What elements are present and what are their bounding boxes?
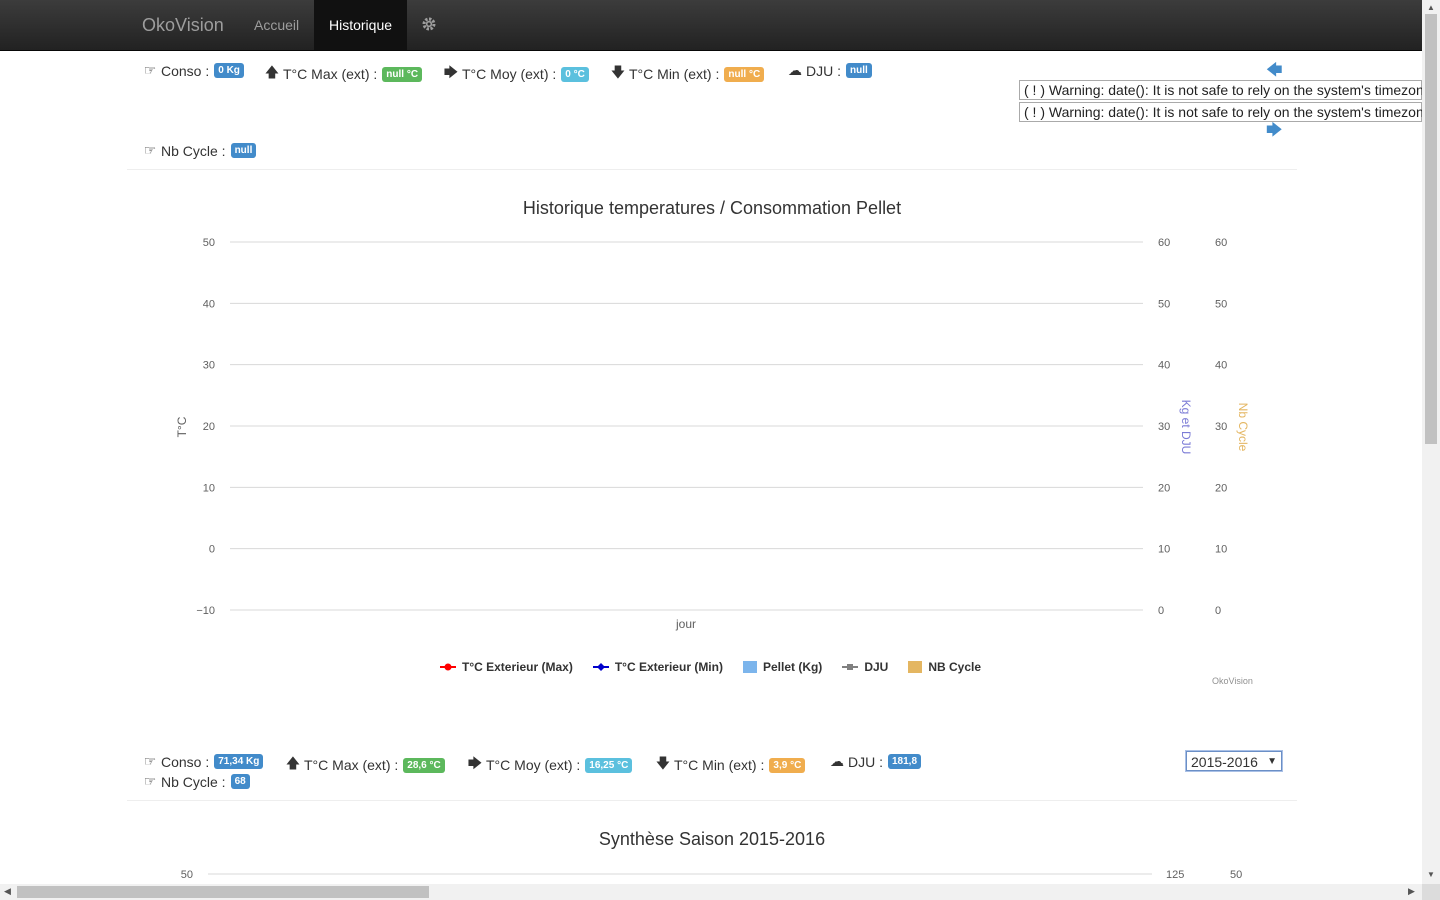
legend-item-tmin[interactable]: T°C Exterieur (Min) (592, 660, 723, 674)
season-stat-tmin: 🡇 T°C Min (ext) : 3,9 °C (655, 753, 806, 777)
y2-tick-label: 0 (1158, 605, 1164, 617)
hand-pointer-icon: ☞ (143, 773, 157, 789)
x-axis-title: jour (675, 617, 696, 631)
legend-item-tmax[interactable]: T°C Exterieur (Max) (440, 660, 573, 674)
y-tick-label: 50 (203, 237, 215, 249)
season-tmax-badge: 28,6 °C (403, 757, 445, 773)
y-tick-label: 30 (203, 360, 215, 372)
y3-tick-label: 10 (1215, 544, 1227, 556)
y-tick-label: −10 (196, 605, 215, 617)
season-tmoy-badge: 16,25 °C (585, 757, 633, 773)
scroll-up-icon[interactable]: ▲ (1427, 3, 1435, 12)
legend-item-dju[interactable]: DJU (842, 660, 888, 674)
y3-tick-label: 20 (1215, 482, 1227, 494)
divider (127, 800, 1297, 801)
y3-tick-label: 0 (1215, 605, 1221, 617)
scrollbar-corner (1422, 884, 1440, 900)
chart-legend: T°C Exterieur (Max) T°C Exterieur (Min) … (440, 660, 981, 674)
y2-axis-title: Kg et DJU (1179, 400, 1193, 455)
vertical-scrollbar[interactable]: ▲ ▼ (1422, 0, 1440, 884)
y3-tick-label: 50 (1230, 869, 1242, 881)
vertical-scroll-thumb[interactable] (1425, 14, 1437, 444)
y3-tick-label: 60 (1215, 237, 1227, 249)
arrow-up-icon: 🡅 (285, 755, 301, 771)
arrow-right-icon: 🡆 (467, 755, 483, 771)
arrow-down-icon: 🡇 (655, 755, 671, 771)
y-axis-title: T°C (175, 416, 189, 437)
season-stat-dju: ☁ DJU : 181,8 (829, 753, 922, 770)
season-tmin-badge: 3,9 °C (769, 757, 806, 773)
season-dju-badge: 181,8 (888, 754, 922, 769)
y-tick-label: 0 (209, 544, 215, 556)
scroll-right-icon[interactable]: ▶ (1408, 886, 1415, 897)
y2-tick-label: 40 (1158, 360, 1170, 372)
y2-tick-label: 125 (1166, 869, 1184, 881)
legend-item-pellet[interactable]: Pellet (Kg) (742, 660, 822, 674)
chart-credits[interactable]: OkoVision (1212, 676, 1253, 686)
season-select[interactable]: 2015-2016 ▼ (1186, 751, 1282, 771)
y2-tick-label: 30 (1158, 421, 1170, 433)
y2-tick-label: 20 (1158, 482, 1170, 494)
horizontal-scrollbar[interactable]: ◀ ▶ (0, 884, 1422, 900)
scroll-down-icon[interactable]: ▼ (1427, 870, 1435, 879)
y-tick-label: 40 (203, 298, 215, 310)
y-tick-label: 50 (181, 869, 193, 881)
scroll-left-icon[interactable]: ◀ (4, 886, 11, 897)
season-stat-tmoy: 🡆 T°C Moy (ext) : 16,25 °C (467, 753, 633, 777)
y3-tick-label: 40 (1215, 360, 1227, 372)
season-stat-tmax: 🡅 T°C Max (ext) : 28,6 °C (285, 753, 445, 777)
legend-item-nbcycle[interactable]: NB Cycle (908, 660, 981, 674)
season-stat-nbcycle: ☞ Nb Cycle : 68 (142, 773, 250, 790)
y3-axis-title: Nb Cycle (1236, 403, 1250, 452)
season-nbcycle-badge: 68 (230, 774, 250, 789)
y3-tick-label: 50 (1215, 298, 1227, 310)
hand-pointer-icon: ☞ (143, 753, 157, 769)
cloud-icon: ☁ (830, 753, 844, 769)
season-conso-badge: 71,34 Kg (214, 754, 264, 769)
y2-tick-label: 50 (1158, 298, 1170, 310)
horizontal-scroll-thumb[interactable] (17, 886, 429, 898)
y-tick-label: 20 (203, 421, 215, 433)
y-tick-label: 10 (203, 482, 215, 494)
season-chart: 50 125 50 (181, 869, 1243, 881)
y3-tick-label: 30 (1215, 421, 1227, 433)
season-chart-title: Synthèse Saison 2015-2016 (598, 829, 826, 849)
season-stat-conso: ☞ Conso : 71,34 Kg (142, 753, 264, 770)
y2-tick-label: 10 (1158, 544, 1170, 556)
caret-down-icon: ▼ (1267, 756, 1277, 767)
y2-tick-label: 60 (1158, 237, 1170, 249)
